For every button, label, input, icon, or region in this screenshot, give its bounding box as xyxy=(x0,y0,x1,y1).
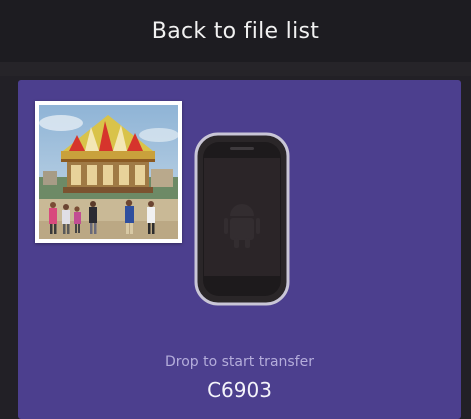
back-to-file-list-button[interactable]: Back to file list xyxy=(152,19,319,44)
drop-target-panel[interactable]: Drop to start transfer C6903 xyxy=(18,80,461,419)
smartphone-icon xyxy=(194,132,290,306)
photo-thumbnail[interactable] xyxy=(35,101,182,243)
header-bar: Back to file list xyxy=(0,0,471,62)
carousel-photo-image xyxy=(39,105,178,239)
header-divider xyxy=(0,62,471,76)
device-name: C6903 xyxy=(207,378,272,402)
drop-instruction: Drop to start transfer xyxy=(165,354,314,370)
